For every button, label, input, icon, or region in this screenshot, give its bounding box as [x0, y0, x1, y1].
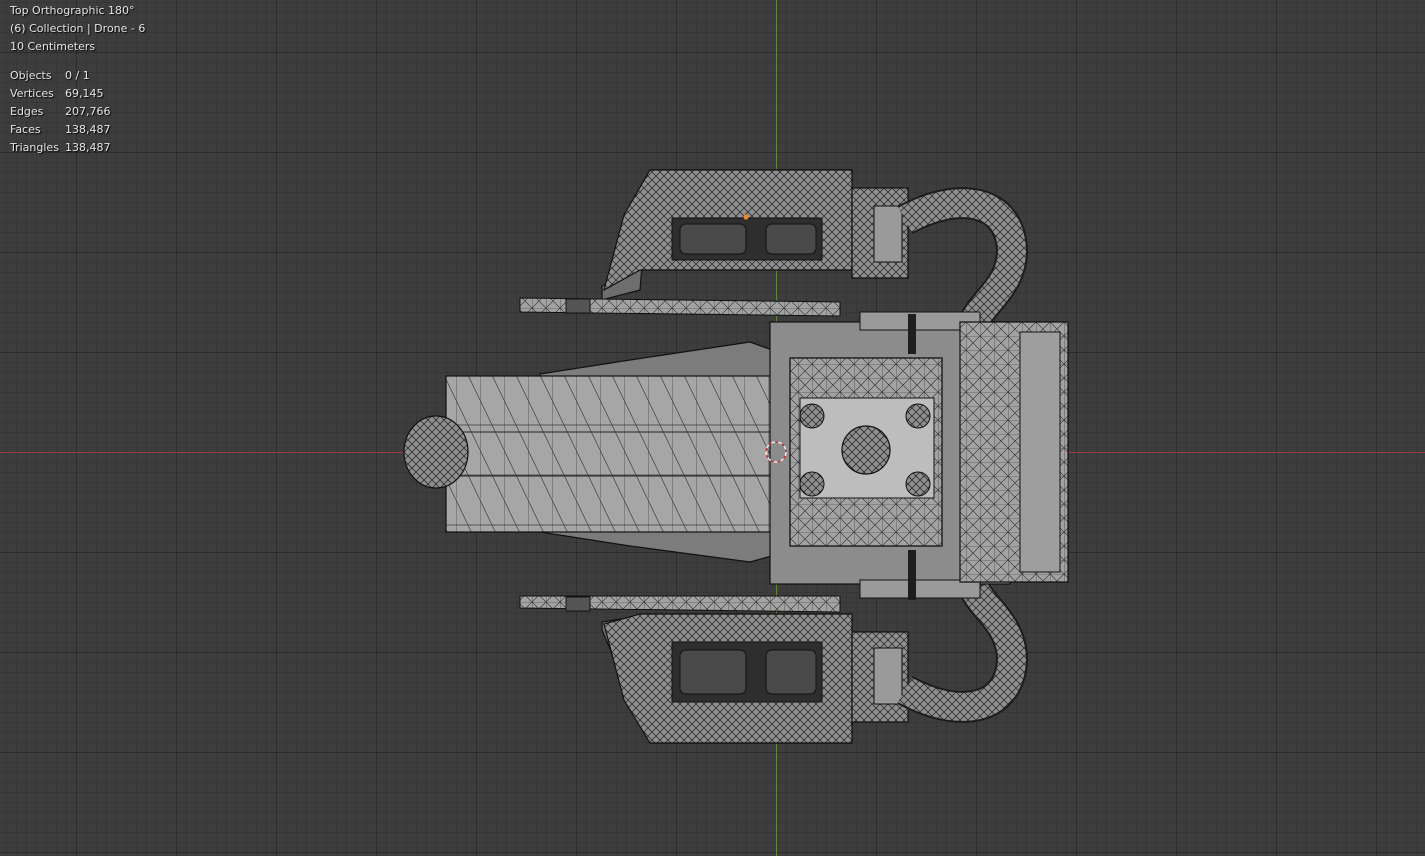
scene-statistics: Objects 0 / 1 Vertices 69,145 Edges 207,… [10, 67, 145, 157]
stat-row-triangles: Triangles 138,487 [10, 139, 145, 157]
stat-value: 207,766 [65, 105, 111, 118]
stat-row-edges: Edges 207,766 [10, 103, 145, 121]
view-name: Top Orthographic 180° [10, 4, 135, 17]
stat-value: 0 / 1 [65, 69, 90, 82]
stat-label: Objects [10, 69, 52, 82]
stat-row-vertices: Vertices 69,145 [10, 85, 145, 103]
drone-body [403, 311, 1069, 600]
stat-label: Triangles [10, 141, 59, 154]
drone-mesh[interactable] [0, 0, 1425, 856]
stat-label: Faces [10, 123, 41, 136]
object-origin-dot [743, 214, 749, 220]
top-thruster-pod [519, 169, 1029, 329]
collection-line: (6) Collection | Drone - 6 [10, 22, 146, 35]
stat-row-faces: Faces 138,487 [10, 121, 145, 139]
stat-value: 69,145 [65, 87, 104, 100]
stat-label: Vertices [10, 87, 54, 100]
stat-value: 138,487 [65, 141, 111, 154]
3d-viewport[interactable]: Top Orthographic 180° (6) Collection | D… [0, 0, 1425, 856]
stat-value: 138,487 [65, 123, 111, 136]
grid-scale: 10 Centimeters [10, 40, 96, 53]
viewport-info-overlay: Top Orthographic 180° (6) Collection | D… [10, 2, 145, 157]
stat-label: Edges [10, 105, 44, 118]
bottom-thruster-pod [519, 581, 1029, 744]
stat-row-objects: Objects 0 / 1 [10, 67, 145, 85]
